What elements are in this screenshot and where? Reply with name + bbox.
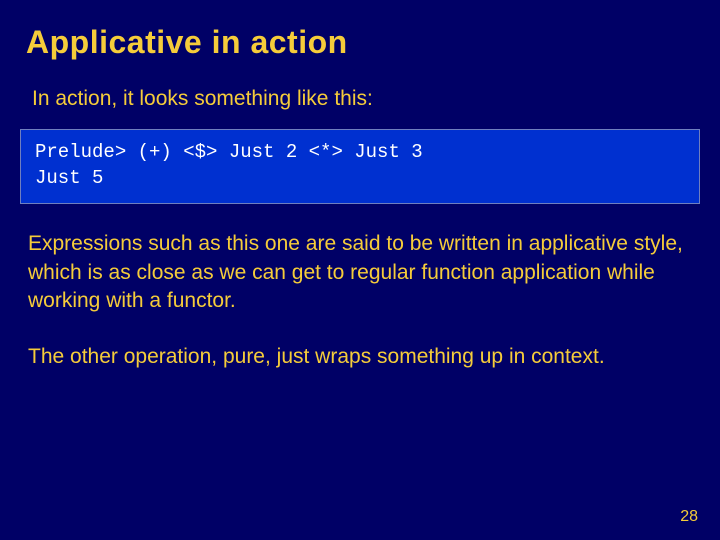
code-line-1: Prelude> (+) <$> Just 2 <*> Just 3 bbox=[35, 141, 423, 163]
body-paragraph-2: The other operation, pure, just wraps so… bbox=[0, 343, 720, 371]
intro-text: In action, it looks something like this: bbox=[0, 61, 720, 111]
page-number: 28 bbox=[680, 508, 698, 526]
slide: Applicative in action In action, it look… bbox=[0, 0, 720, 540]
code-line-2: Just 5 bbox=[35, 167, 103, 189]
body-paragraph-1: Expressions such as this one are said to… bbox=[0, 230, 720, 315]
code-block: Prelude> (+) <$> Just 2 <*> Just 3 Just … bbox=[20, 129, 700, 204]
slide-title: Applicative in action bbox=[0, 0, 720, 61]
